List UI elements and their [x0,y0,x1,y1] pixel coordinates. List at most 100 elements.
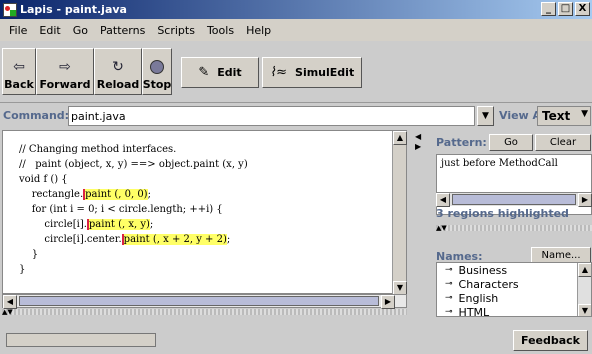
code-text-span: ; [149,219,154,230]
scroll-right-button[interactable]: ▶ [381,295,395,309]
pattern-horizontal-scrollbar[interactable]: ◀ ▶ [436,192,592,207]
tree-node-icon: ⊸ [445,279,453,289]
minimize-button[interactable]: _ [541,2,556,16]
menu-scripts[interactable]: Scripts [152,24,200,37]
code-line: circle[i]. paint (, x, y); [19,217,393,232]
forward-label: Forward [39,78,91,91]
scroll-right-button[interactable]: ▶ [578,193,592,207]
scroll-down-button[interactable]: ▼ [393,281,407,295]
menu-go[interactable]: Go [68,24,93,37]
stop-button[interactable]: Stop [142,48,172,95]
pattern-text: just before MethodCall [441,158,558,169]
command-label: Command: [3,109,70,122]
menu-bar: File Edit Go Patterns Scripts Tools Help [0,19,592,41]
clear-button[interactable]: Clear [535,134,591,151]
reload-icon: ↻ [112,59,124,75]
view-as-select[interactable]: Text ▼ [537,106,591,126]
code-line: void f () { [19,172,393,187]
chevron-down-icon: ▼ [581,109,588,119]
command-input[interactable]: paint.java [68,106,475,126]
editor-horizontal-scrollbar[interactable]: ◀ ▶ [2,294,407,309]
code-text-span: ; [226,234,231,245]
scroll-thumb[interactable] [452,194,576,205]
menu-edit[interactable]: Edit [34,24,65,37]
names-vertical-scrollbar[interactable]: ▲ ▼ [577,263,591,316]
right-split-handle[interactable]: ▲▼ [436,225,592,232]
names-list[interactable]: ⊸ Business ⊸ Characters ⊸ English ⊸ HTML… [436,262,592,317]
panel-splitter[interactable]: ◀ ▶ [409,130,431,316]
code-text-span: // Changing method interfaces. [19,144,177,155]
code-line: // Changing method interfaces. [19,142,393,157]
list-item[interactable]: ⊸ Business [437,263,591,277]
code-line: } [19,262,393,277]
command-bar: Command: paint.java ▼ View As: Text ▼ [0,104,592,128]
app-icon [3,2,17,17]
toolbar: ⇦ Back ⇨ Forward ↻ Reload Stop ✎ Edit ⌇≈… [0,41,592,103]
stop-icon [150,60,164,74]
stop-label: Stop [142,78,172,91]
edit-button[interactable]: ✎ Edit [181,57,259,88]
back-button[interactable]: ⇦ Back [2,48,36,95]
code-text-span: rectangle. [19,189,84,200]
tree-node-icon: ⊸ [445,307,453,317]
pattern-label: Pattern: [436,136,487,149]
list-item-label: HTML [458,305,490,317]
code-text[interactable]: // Changing method interfaces. // paint (… [3,131,393,295]
highlighted-region: paint (, x + 2, y + 2) [121,234,227,245]
list-item[interactable]: ⊸ Characters [437,277,591,291]
scroll-up-button[interactable]: ▲ [393,131,407,145]
splitter-right-icon: ▶ [415,142,422,151]
code-text-span: circle[i].center. [19,234,122,245]
maximize-button[interactable]: □ [558,2,573,16]
command-dropdown-button[interactable]: ▼ [477,106,494,126]
code-line: // paint (object, x, y) ==> object.paint… [19,157,393,172]
list-item-label: Characters [458,277,519,291]
close-button[interactable]: X [575,2,590,16]
simuledit-button[interactable]: ⌇≈ SimulEdit [262,57,362,88]
tree-node-icon: ⊸ [445,265,453,275]
pencil-icon: ✎ [198,65,210,80]
menu-help[interactable]: Help [241,24,276,37]
scroll-up-button[interactable]: ▲ [578,263,591,277]
list-item[interactable]: ⊸ HTML [437,305,591,317]
code-editor[interactable]: // Changing method interfaces. // paint (… [2,130,407,295]
simuledit-icon: ⌇≈ [269,65,288,80]
code-text-span: } [19,249,39,260]
code-text-span: } [19,264,26,275]
code-line: for (int i = 0; i < circle.length; ++i) … [19,202,393,217]
status-bar: Feedback [0,326,592,354]
scroll-down-button[interactable]: ▼ [578,304,591,316]
feedback-button[interactable]: Feedback [513,330,588,351]
view-as-value: Text [542,109,571,123]
highlighted-region: paint (, 0, 0) [83,189,148,200]
forward-arrow-icon: ⇨ [59,59,71,75]
chevron-down-icon: ▼ [482,111,489,121]
splitter-left-icon: ◀ [415,132,422,141]
list-item[interactable]: ⊸ English [437,291,591,305]
code-text-span: void f () { [19,174,68,185]
reload-button[interactable]: ↻ Reload [94,48,142,95]
editor-vertical-scrollbar[interactable]: ▲ ▼ [392,131,407,295]
scroll-left-button[interactable]: ◀ [436,193,450,207]
simuledit-label: SimulEdit [295,66,355,79]
menu-file[interactable]: File [4,24,32,37]
tree-node-icon: ⊸ [445,293,453,303]
reload-label: Reload [96,78,140,91]
menu-patterns[interactable]: Patterns [95,24,150,37]
title-bar: Lapis - paint.java _ □ X [0,0,592,19]
code-line: } [19,247,393,262]
menu-tools[interactable]: Tools [202,24,239,37]
regions-status: 3 regions highlighted [436,207,569,220]
code-text-span: circle[i]. [19,219,87,230]
code-line: rectangle. paint (, 0, 0); [19,187,393,202]
window-title: Lapis - paint.java [20,3,127,16]
go-button[interactable]: Go [489,134,533,151]
back-arrow-icon: ⇦ [13,59,25,75]
editor-split-handle[interactable]: ▲▼ [2,309,407,316]
forward-button[interactable]: ⇨ Forward [36,48,94,95]
code-text-span: // paint (object, x, y) ==> object.paint… [19,159,248,170]
progress-bar [6,333,156,347]
scroll-thumb[interactable] [19,296,379,306]
scroll-left-button[interactable]: ◀ [3,295,17,309]
highlighted-region: paint (, x, y) [86,219,150,230]
